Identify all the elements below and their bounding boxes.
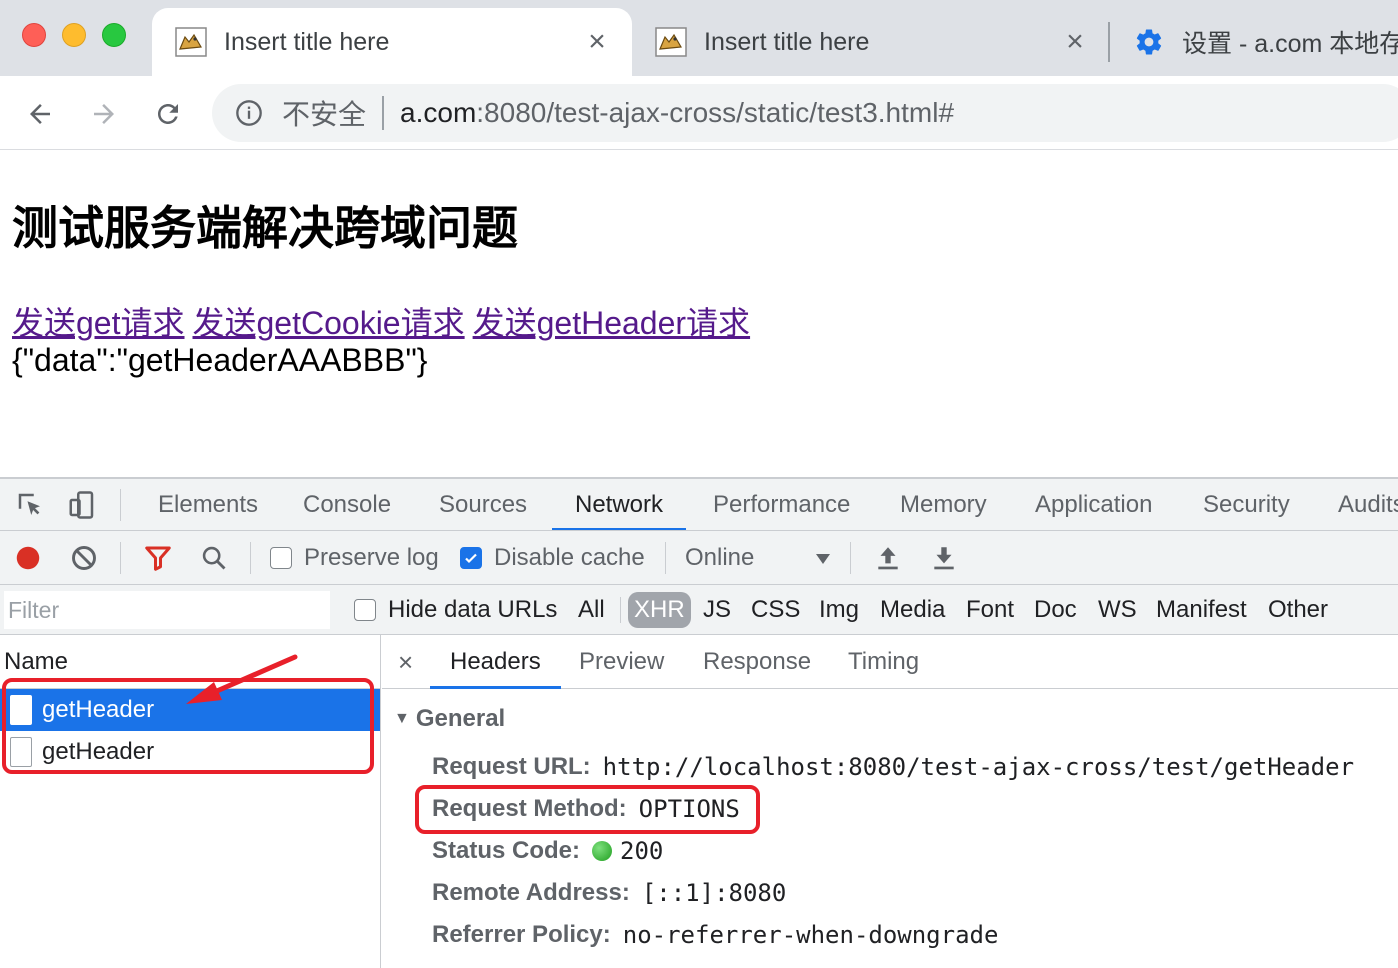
annotation-arrow-icon [186,654,298,704]
